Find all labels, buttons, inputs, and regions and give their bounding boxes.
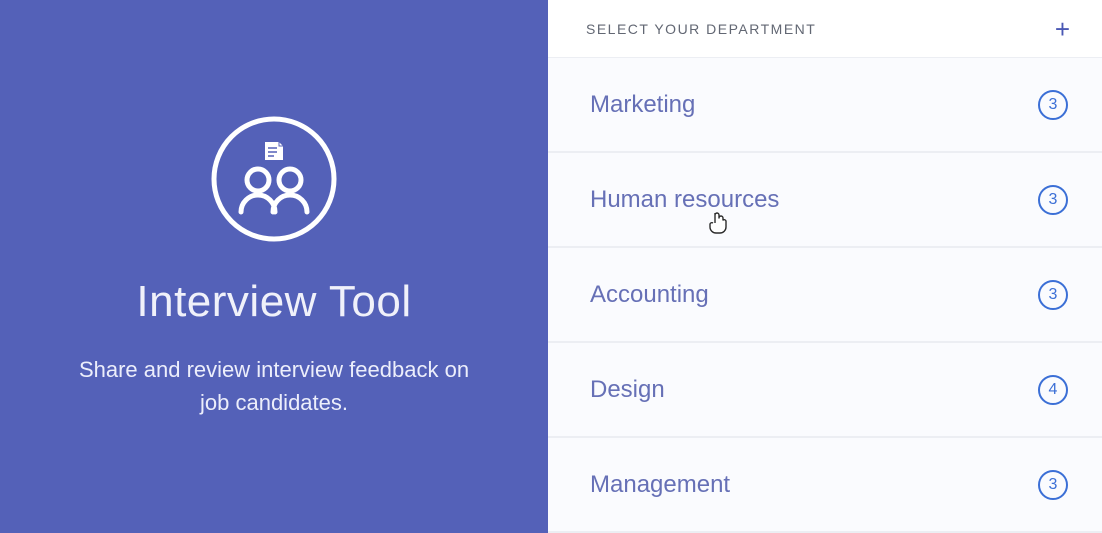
department-name: Design [590,376,665,404]
department-header-label: SELECT YOUR DEPARTMENT [586,21,816,37]
department-item-accounting[interactable]: Accounting 3 [548,248,1102,343]
interview-group-icon [209,114,339,249]
app-root: Interview Tool Share and review intervie… [0,0,1102,533]
add-department-icon[interactable]: + [1055,16,1070,42]
count-badge: 3 [1038,470,1068,500]
department-name: Human resources [590,186,779,214]
department-item-human-resources[interactable]: Human resources 3 [548,153,1102,248]
count-badge: 3 [1038,280,1068,310]
department-name: Accounting [590,281,709,309]
count-badge: 3 [1038,185,1068,215]
department-item-management[interactable]: Management 3 [548,438,1102,533]
department-name: Marketing [590,91,695,119]
count-badge: 3 [1038,90,1068,120]
department-list: Marketing 3 Human resources 3 Accounting… [548,58,1102,533]
hero-panel: Interview Tool Share and review intervie… [0,0,548,533]
department-item-marketing[interactable]: Marketing 3 [548,58,1102,153]
department-name: Management [590,471,730,499]
hero-title: Interview Tool [136,277,411,327]
hero-subtitle: Share and review interview feedback on j… [64,353,484,419]
count-badge: 4 [1038,375,1068,405]
department-item-design[interactable]: Design 4 [548,343,1102,438]
department-header: SELECT YOUR DEPARTMENT + [548,0,1102,58]
department-panel: SELECT YOUR DEPARTMENT + Marketing 3 Hum… [548,0,1102,533]
